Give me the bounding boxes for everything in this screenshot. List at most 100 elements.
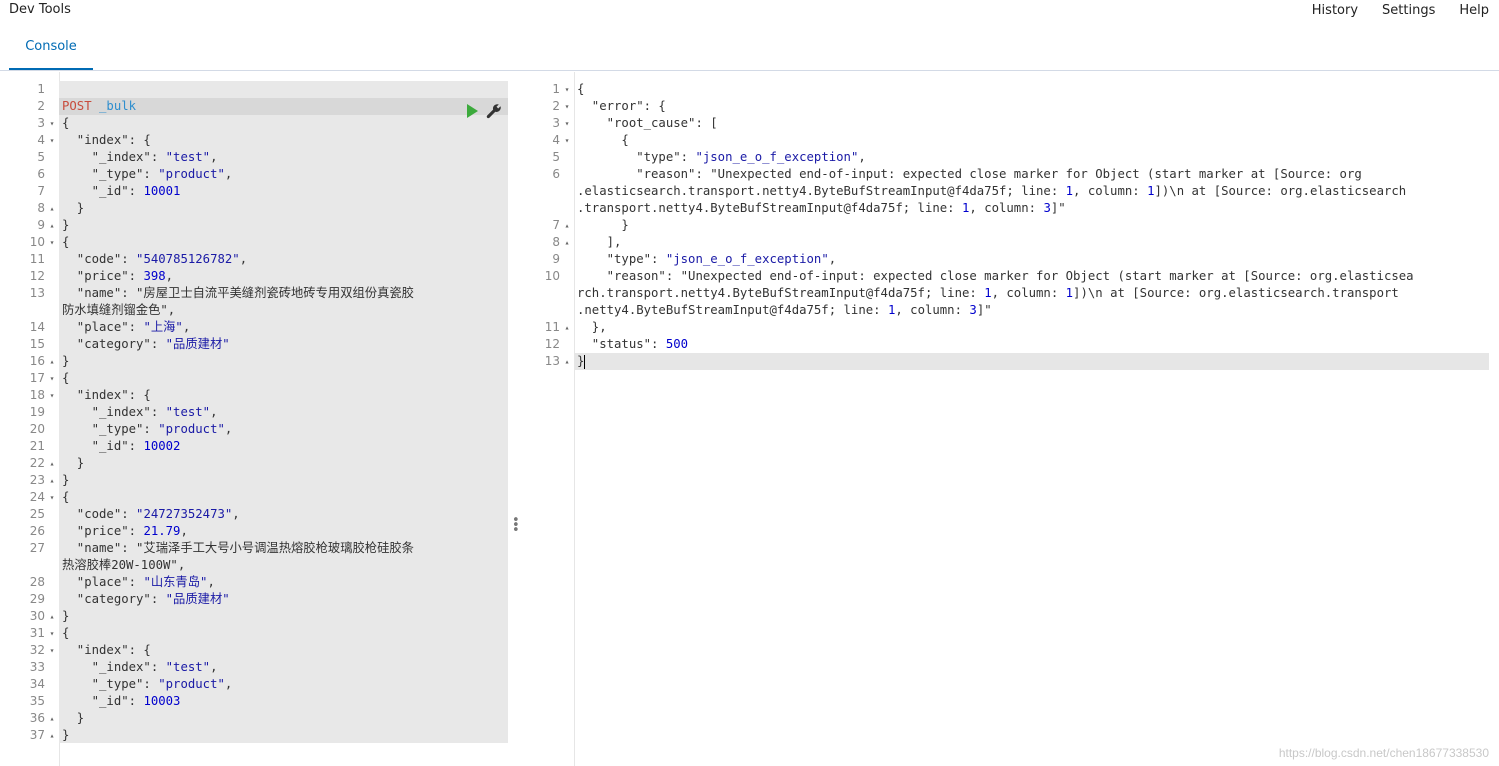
request-code-line[interactable]: 36 ▴ } (9, 710, 508, 727)
code-text: ], (577, 235, 622, 249)
request-code-line[interactable]: 2 POST _bulk (9, 98, 508, 115)
request-code-line[interactable]: 13 "name": "房屋卫士自流平美缝剂瓷砖地砖专用双组份真瓷胶 (9, 285, 508, 302)
fold-arrow-up-icon[interactable]: ▴ (47, 455, 57, 472)
request-code-line[interactable]: 21 "_id": 10002 (9, 438, 508, 455)
code-text: { (62, 626, 70, 640)
code-text: } (62, 473, 70, 487)
line-number: 5 (37, 150, 45, 164)
request-code-line[interactable]: 16 ▴} (9, 353, 508, 370)
request-code-line[interactable]: 20 "_type": "product", (9, 421, 508, 438)
top-menu: History Settings Help (1288, 3, 1489, 18)
request-code-line[interactable]: 37 ▴} (9, 727, 508, 744)
request-code-line[interactable]: 14 "place": "上海", (9, 319, 508, 336)
wrench-icon[interactable] (486, 103, 502, 119)
request-code-line[interactable]: 热溶胶棒20W-100W", (9, 557, 508, 574)
request-code-line[interactable]: 6 "_type": "product", (9, 166, 508, 183)
response-code-line: 10 "reason": "Unexpected end-of-input: e… (524, 268, 1489, 285)
code-text: "_index": "test", (62, 405, 218, 419)
fold-arrow-down-icon[interactable]: ▾ (47, 234, 57, 251)
fold-arrow-down-icon[interactable]: ▾ (562, 132, 572, 149)
request-code-line[interactable]: 10 ▾{ (9, 234, 508, 251)
code-text: } (62, 201, 85, 215)
fold-arrow-down-icon[interactable]: ▾ (47, 625, 57, 642)
request-code-line[interactable]: 34 "_type": "product", (9, 676, 508, 693)
response-code-line: 11 ▴ }, (524, 319, 1489, 336)
line-number: 14 (29, 320, 45, 334)
request-code-line[interactable]: 1 (9, 81, 508, 98)
request-code-line[interactable]: 22 ▴ } (9, 455, 508, 472)
fold-arrow-up-icon[interactable]: ▴ (47, 710, 57, 727)
response-code-line: 13 ▴} (524, 353, 1489, 370)
code-text: "type": "json_e_o_f_exception", (577, 252, 837, 266)
fold-arrow-down-icon[interactable]: ▾ (47, 370, 57, 387)
request-code-line[interactable]: 30 ▴} (9, 608, 508, 625)
fold-arrow-up-icon[interactable]: ▴ (47, 608, 57, 625)
fold-arrow-up-icon[interactable]: ▴ (47, 353, 57, 370)
request-code-line[interactable]: 4 ▾ "index": { (9, 132, 508, 149)
request-code-line[interactable]: 5 "_index": "test", (9, 149, 508, 166)
request-code-line[interactable]: 32 ▾ "index": { (9, 642, 508, 659)
request-editor-pane[interactable]: 1 2 POST _bulk 3 ▾{4 ▾ "index": {5 "_index": … (9, 72, 508, 766)
request-code-line[interactable]: 19 "_index": "test", (9, 404, 508, 421)
request-code-line[interactable]: 防水填缝剂镏金色", (9, 302, 508, 319)
request-code-line[interactable]: 7 "_id": 10001 (9, 183, 508, 200)
fold-arrow-up-icon[interactable]: ▴ (47, 200, 57, 217)
fold-arrow-down-icon[interactable]: ▾ (47, 642, 57, 659)
code-text: } (62, 218, 70, 232)
fold-arrow-down-icon[interactable]: ▾ (47, 132, 57, 149)
line-number: 12 (29, 269, 45, 283)
request-code-line[interactable]: 24 ▾{ (9, 489, 508, 506)
request-code-line[interactable]: 8 ▴ } (9, 200, 508, 217)
request-code-line[interactable]: 27 "name": "艾瑞泽手工大号小号调温热熔胶枪玻璃胶枪硅胶条 (9, 540, 508, 557)
fold-arrow-up-icon[interactable]: ▴ (47, 727, 57, 744)
history-link[interactable]: History (1312, 3, 1358, 18)
fold-arrow-down-icon[interactable]: ▾ (47, 115, 57, 132)
line-number: 11 (29, 252, 45, 266)
request-code-line[interactable]: 11 "code": "540785126782", (9, 251, 508, 268)
request-code-line[interactable]: 12 "price": 398, (9, 268, 508, 285)
request-editor[interactable]: 1 2 POST _bulk 3 ▾{4 ▾ "index": {5 "_index": … (9, 72, 508, 766)
code-text: "_id": 10003 (62, 694, 181, 708)
request-code-line[interactable]: 31 ▾{ (9, 625, 508, 642)
pane-resize-handle[interactable]: • • • (512, 514, 520, 538)
request-code-line[interactable]: 33 "_index": "test", (9, 659, 508, 676)
response-code-line: .elasticsearch.transport.netty4.ByteBufS… (524, 183, 1489, 200)
fold-arrow-down-icon[interactable]: ▾ (47, 387, 57, 404)
request-code-line[interactable]: 25 "code": "24727352473", (9, 506, 508, 523)
line-number: 29 (29, 592, 45, 606)
fold-arrow-up-icon[interactable]: ▴ (562, 234, 572, 251)
fold-arrow-up-icon[interactable]: ▴ (562, 319, 572, 336)
watermark: https://blog.csdn.net/chen18677338530 (1278, 746, 1489, 760)
fold-arrow-up-icon[interactable]: ▴ (47, 472, 57, 489)
request-code-line[interactable]: 23 ▴} (9, 472, 508, 489)
fold-arrow-up-icon[interactable]: ▴ (562, 217, 572, 234)
help-link[interactable]: Help (1459, 3, 1489, 18)
settings-link[interactable]: Settings (1382, 3, 1435, 18)
request-code-line[interactable]: 26 "price": 21.79, (9, 523, 508, 540)
line-number: 2 (37, 99, 45, 113)
tab-console[interactable]: Console (9, 38, 93, 70)
code-text: "_id": 10001 (62, 184, 181, 198)
code-text: "_type": "product", (62, 167, 233, 181)
fold-arrow-up-icon[interactable]: ▴ (47, 217, 57, 234)
fold-arrow-down-icon[interactable]: ▾ (47, 489, 57, 506)
request-code-line[interactable]: 3 ▾{ (9, 115, 508, 132)
request-lines[interactable]: 1 2 POST _bulk 3 ▾{4 ▾ "index": {5 "_index": … (9, 81, 508, 744)
response-code-line: 7 ▴ } (524, 217, 1489, 234)
fold-arrow-up-icon[interactable]: ▴ (562, 353, 572, 370)
request-code-line[interactable]: 15 "category": "品质建材" (9, 336, 508, 353)
code-text: } (62, 609, 70, 623)
code-text: "_index": "test", (62, 660, 218, 674)
code-text: "_index": "test", (62, 150, 218, 164)
play-icon[interactable] (467, 104, 478, 118)
fold-arrow-down-icon[interactable]: ▾ (562, 115, 572, 132)
fold-arrow-down-icon[interactable]: ▾ (562, 98, 572, 115)
request-code-line[interactable]: 17 ▾{ (9, 370, 508, 387)
request-code-line[interactable]: 28 "place": "山东青岛", (9, 574, 508, 591)
line-number: 7 (37, 184, 45, 198)
request-code-line[interactable]: 29 "category": "品质建材" (9, 591, 508, 608)
request-code-line[interactable]: 18 ▾ "index": { (9, 387, 508, 404)
request-code-line[interactable]: 9 ▴} (9, 217, 508, 234)
fold-arrow-down-icon[interactable]: ▾ (562, 81, 572, 98)
request-code-line[interactable]: 35 "_id": 10003 (9, 693, 508, 710)
